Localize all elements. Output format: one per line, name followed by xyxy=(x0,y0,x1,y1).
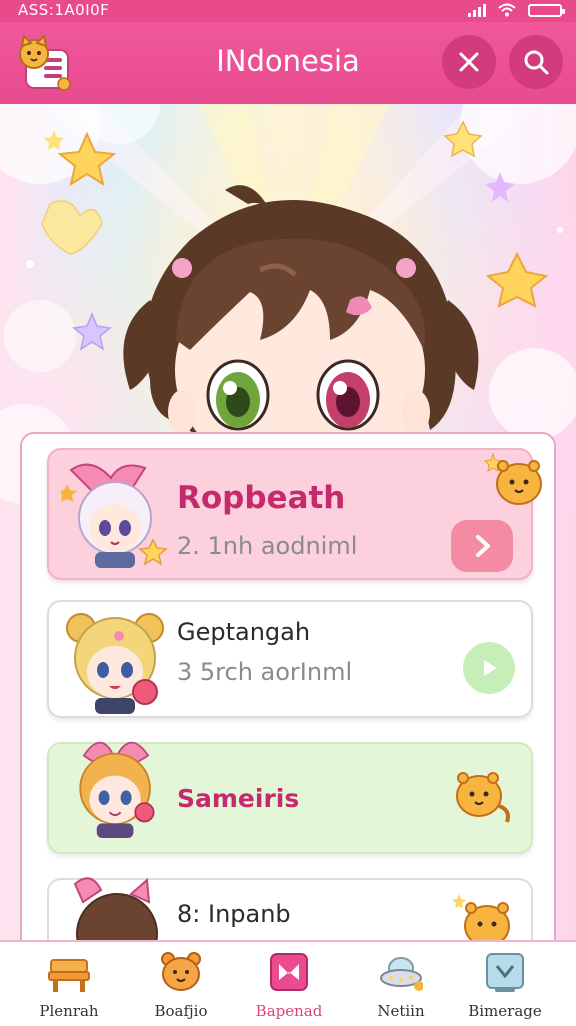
frame-icon xyxy=(486,953,524,992)
nav-label: Plenrah xyxy=(39,1002,99,1020)
nav-item-plenrah[interactable]: Plenrah xyxy=(14,946,124,1024)
search-icon xyxy=(524,50,549,75)
mascot-icon xyxy=(456,772,510,823)
nav-item-netiin[interactable]: Netiin xyxy=(346,946,456,1024)
open-button[interactable] xyxy=(451,520,513,572)
play-icon xyxy=(484,660,497,676)
close-button[interactable] xyxy=(442,35,496,89)
nav-label: Bimerage xyxy=(468,1002,542,1020)
nav-label: Boafjio xyxy=(154,1002,208,1020)
character-avatar-icon xyxy=(61,463,168,568)
close-icon xyxy=(459,52,479,72)
wifi-icon xyxy=(498,3,516,17)
character-avatar-icon xyxy=(66,613,164,714)
nav-item-bimerage[interactable]: Bimerage xyxy=(450,946,560,1024)
item-name: 8: Inpanb xyxy=(177,900,291,928)
mascot-icon xyxy=(483,452,542,505)
nav-label: Netiin xyxy=(377,1002,425,1020)
status-bar: ASS:1A0I0F xyxy=(0,0,576,22)
character-list-panel: Ropbeath 2. 1nh aodniml Geptangah 3 5rch… xyxy=(20,432,556,972)
list-item[interactable]: Ropbeath 2. 1nh aodniml xyxy=(47,448,542,580)
nav-item-boafjio[interactable]: Boafjio xyxy=(126,946,236,1024)
ufo-icon xyxy=(380,957,423,991)
bottom-navigation: Plenrah Boafjio Bapenad Netiin Bimerage xyxy=(0,940,576,1026)
item-name: Ropbeath xyxy=(177,480,346,516)
play-button[interactable] xyxy=(463,642,515,694)
app-header: INdonesia xyxy=(0,22,576,104)
signal-icon xyxy=(468,3,486,17)
nav-label: Bapenad xyxy=(255,1002,323,1020)
item-subtitle: 2. 1nh aodniml xyxy=(177,532,358,560)
item-subtitle: 3 5rch aorInml xyxy=(177,658,353,686)
search-button[interactable] xyxy=(509,35,563,89)
battery-icon xyxy=(528,3,565,17)
list-item[interactable]: Geptangah 3 5rch aorInml xyxy=(47,600,533,718)
bench-icon xyxy=(48,959,90,992)
bookmark-heart-icon xyxy=(270,953,308,991)
list-item[interactable]: Sameiris xyxy=(47,741,533,854)
item-name: Sameiris xyxy=(177,784,300,813)
status-time: ASS:1A0I0F xyxy=(18,1,110,19)
nav-item-bapenad[interactable]: Bapenad xyxy=(234,946,344,1024)
bear-icon xyxy=(161,952,201,991)
character-avatar-icon xyxy=(79,741,155,838)
item-name: Geptangah xyxy=(177,618,311,646)
chevron-right-icon xyxy=(476,535,490,557)
